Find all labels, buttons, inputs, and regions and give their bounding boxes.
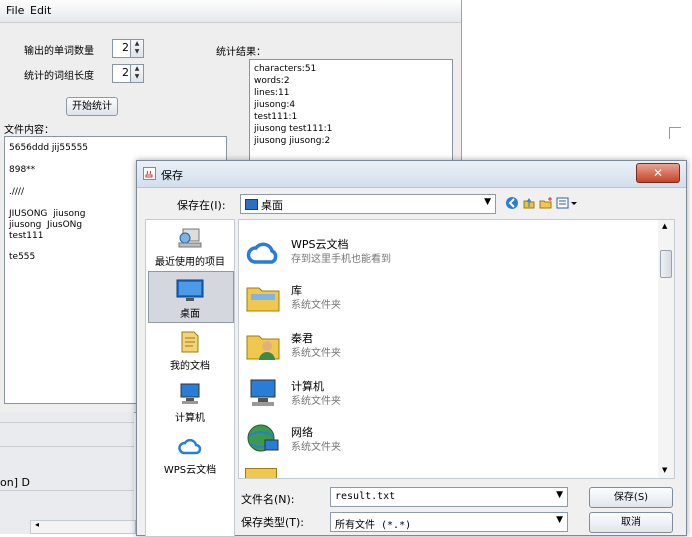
scroll-left-icon[interactable]: ◂ [35,520,39,529]
content-line: .//// [9,187,24,197]
save-in-value: 桌面 [261,199,283,212]
file-list[interactable]: WPS云文档 存到这里手机也能看到 库 系统文件夹 秦君 系统文件夹 计算机 系… [238,219,660,479]
filename-value: result.txt [335,491,396,502]
result-line: jiusong:4 [254,100,296,110]
recent-items-icon [178,228,202,248]
horizontal-scrollbar[interactable]: ◂ [30,520,136,534]
result-line: lines:11 [254,88,290,98]
result-line: words:2 [254,76,290,86]
file-type: 系统文件夹 [291,442,341,453]
chevron-down-icon: ▼ [484,197,491,207]
file-item-computer[interactable]: 计算机 系统文件夹 [245,372,625,416]
content-line: jiusong JiusONg [9,220,83,230]
divider [0,446,134,447]
scroll-thumb[interactable] [660,250,672,278]
divider [0,422,134,423]
places-sidebar: 最近使用的项目 桌面 我的文档 计算机 WPS云文档 [145,219,235,537]
java-cup-icon [143,167,156,180]
save-button[interactable]: 保存(S) [589,487,673,508]
filetype-value: 所有文件 (*.*) [335,520,412,531]
chevron-down-icon[interactable]: ▼ [556,490,563,500]
word-count-label: 输出的单词数量 [24,46,94,57]
result-line: test111:1 [254,112,298,122]
start-statistics-button[interactable]: 开始统计 [66,97,118,116]
background-panel: on] D ◂ [0,412,136,534]
file-type: 系统文件夹 [291,348,341,359]
scroll-up-icon[interactable]: ▲ [662,222,667,230]
content-line: JIUSONG jiusong [9,209,86,219]
network-icon [247,424,279,452]
desktop-icon [245,199,258,210]
new-folder-icon[interactable] [539,196,553,210]
save-dialog: 保存 ✕ 保存在(I): 桌面 ▼ 最近使用的项目 桌面 我的文档 计算机 WP [136,160,687,537]
filetype-label: 保存类型(T): [241,516,305,529]
phrase-length-spinner[interactable]: 2 ▲ ▼ [112,64,144,83]
file-list-scrollbar[interactable]: ▲ ▼ [658,219,675,479]
close-button[interactable]: ✕ [636,163,680,183]
divider [669,127,681,128]
dialog-titlebar[interactable]: 保存 ✕ [137,161,686,188]
divider [0,490,134,491]
word-count-value: 2 [122,41,129,54]
menu-edit[interactable]: Edit [30,4,51,17]
result-line: jiusong test111:1 [254,124,333,134]
user-folder-icon [246,335,280,360]
library-folder-icon [246,287,280,312]
desktop-icon [176,279,204,301]
content-line: te555 [9,252,36,262]
place-label: 桌面 [180,309,200,320]
menu-file[interactable]: File [6,4,24,17]
save-in-combo[interactable]: 桌面 ▼ [240,194,496,214]
my-documents-icon [181,331,199,353]
save-in-label: 保存在(I): [177,199,226,212]
content-line: 898** [9,165,36,175]
wps-cloud-icon [246,242,278,264]
background-text-fragment: on] D [0,476,30,489]
result-line: characters:51 [254,64,317,74]
cancel-button[interactable]: 取消 [589,512,673,533]
divider [669,127,670,139]
computer-icon [180,383,200,404]
content-line: test111 [9,231,44,241]
result-label: 统计结果： [216,47,266,58]
file-item-wps-cloud[interactable]: WPS云文档 存到这里手机也能看到 [245,230,625,274]
filename-input[interactable]: result.txt ▼ [330,487,568,507]
content-line: 5656ddd jij55555 [9,143,89,153]
file-item-user-folder[interactable]: 秦君 系统文件夹 [245,324,625,368]
place-label: WPS云文档 [163,465,217,476]
dialog-title: 保存 [161,169,183,182]
place-label: 我的文档 [170,361,210,372]
phrase-length-value: 2 [122,66,129,79]
chevron-down-icon: ▼ [556,515,563,525]
up-folder-icon[interactable] [522,196,536,210]
scroll-down-icon[interactable]: ▼ [662,466,667,474]
place-label: 计算机 [175,413,205,424]
close-icon: ✕ [652,166,664,180]
file-type: 存到这里手机也能看到 [291,254,391,265]
phrase-length-label: 统计的词组长度 [24,71,94,82]
file-item-network[interactable]: 网络 系统文件夹 [245,418,625,462]
word-count-spinner[interactable]: 2 ▲ ▼ [112,39,144,58]
file-type: 系统文件夹 [291,396,341,407]
spinner-arrows-icon[interactable]: ▲ ▼ [130,65,143,82]
folder-icon [245,468,277,478]
wps-cloud-icon [178,438,202,455]
spinner-arrows-icon[interactable]: ▲ ▼ [130,40,143,57]
file-item-library[interactable]: 库 系统文件夹 [245,276,625,320]
computer-icon [250,379,276,406]
content-label: 文件内容： [4,125,54,136]
filetype-select[interactable]: 所有文件 (*.*) ▼ [330,512,568,532]
place-label: 最近使用的项目 [155,257,225,268]
file-type: 系统文件夹 [291,300,341,311]
back-icon[interactable] [505,196,519,210]
menu-bar: File Edit [0,0,461,23]
result-textarea[interactable]: characters:51 words:2 lines:11 jiusong:4… [249,59,453,161]
view-menu-icon[interactable] [556,196,578,210]
result-line: jiusong jiusong:2 [254,136,331,146]
filename-label: 文件名(N): [241,493,295,506]
